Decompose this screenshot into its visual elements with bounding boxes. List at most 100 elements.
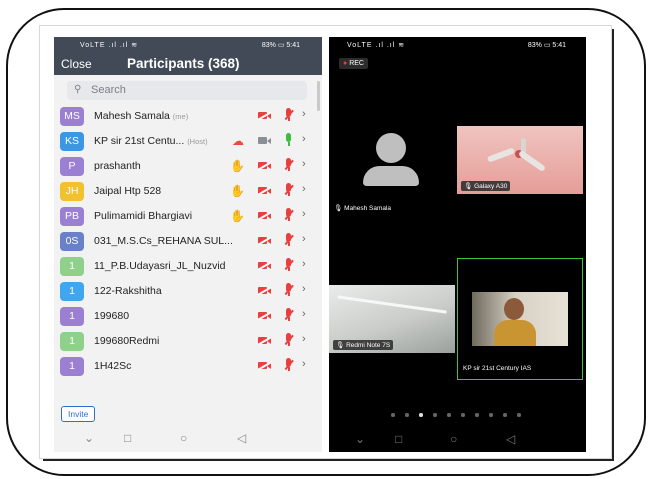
video-tile-active-speaker[interactable]: KP sir 21st Century IAS xyxy=(457,258,583,380)
video-tile-self[interactable]: 🎙 Mahesh Samala xyxy=(329,123,455,223)
chevron-right-icon[interactable]: › xyxy=(302,158,306,170)
participant-row[interactable]: KS KP sir 21st Centu... (Host) ☁ › xyxy=(54,130,318,154)
speaker-body xyxy=(494,320,536,346)
video-off-icon xyxy=(257,235,272,246)
search-icon: ⚲ xyxy=(74,84,82,95)
video-off-icon xyxy=(257,110,272,121)
participant-row[interactable]: 0S 031_M.S.Cs_REHANA SUL... › xyxy=(54,230,318,254)
participant-row[interactable]: PB Pulimamidi Bhargiavi ✋ › xyxy=(54,205,318,229)
video-off-icon xyxy=(257,285,272,296)
chevron-right-icon[interactable]: › xyxy=(302,183,306,195)
page-dot[interactable] xyxy=(461,413,465,417)
avatar-body xyxy=(363,166,419,186)
rec-label: REC xyxy=(349,60,364,67)
chevron-right-icon[interactable]: › xyxy=(302,333,306,345)
participant-name: 031_M.S.Cs_REHANA SUL... xyxy=(94,235,233,247)
tile-label-speaker: KP sir 21st Century IAS xyxy=(463,365,532,372)
circle-icon[interactable]: ○ xyxy=(450,432,457,446)
recording-badge: ● REC xyxy=(339,58,368,69)
close-button[interactable]: Close xyxy=(61,57,92,71)
page-dot[interactable] xyxy=(447,413,451,417)
microphone-icon xyxy=(283,133,294,148)
participant-row[interactable]: 1 1H42Sc › xyxy=(54,355,318,379)
speaker-head xyxy=(504,298,524,320)
search-input[interactable]: ⚲ Search xyxy=(67,81,307,100)
participant-row[interactable]: JH Jaipal Htp 528 ✋ › xyxy=(54,180,318,204)
chevron-right-icon[interactable]: › xyxy=(302,208,306,220)
participant-name-text: 122-Rakshitha xyxy=(94,285,162,297)
video-tile-galaxy[interactable]: 🎙 Galaxy A30 xyxy=(457,126,583,194)
video-tile-redmi[interactable]: 🎙 Redmi Note 7S xyxy=(329,285,455,353)
chevron-right-icon[interactable]: › xyxy=(302,358,306,370)
microphone-muted-icon xyxy=(283,208,294,223)
square-icon[interactable]: □ xyxy=(124,431,131,445)
chevron-right-icon[interactable]: › xyxy=(302,258,306,270)
participant-name-text: prashanth xyxy=(94,160,141,172)
page-dot[interactable] xyxy=(517,413,521,417)
participant-name: Jaipal Htp 528 xyxy=(94,185,161,197)
participant-name-text: Jaipal Htp 528 xyxy=(94,185,162,197)
participant-name: Pulimamidi Bhargiavi xyxy=(94,210,192,222)
avatar: 1 xyxy=(60,332,84,351)
participant-row[interactable]: 1 199680 › xyxy=(54,305,318,329)
chevron-right-icon[interactable]: › xyxy=(302,283,306,295)
chevron-down-icon[interactable]: ⌄ xyxy=(355,432,365,446)
participant-row[interactable]: Pprashanth ✋ › xyxy=(54,155,318,179)
page-dot[interactable] xyxy=(433,413,437,417)
video-off-icon xyxy=(257,185,272,196)
chevron-right-icon[interactable]: › xyxy=(302,233,306,245)
participant-name: 199680Redmi xyxy=(94,335,159,347)
raised-hand-icon: ✋ xyxy=(230,159,245,173)
page-dot[interactable] xyxy=(419,413,423,417)
status-battery-time: 83% ▭ 5:41 xyxy=(261,42,300,49)
status-bar: VoLTE .ıl .ıl ≋ 83% ▭ 5:41 xyxy=(329,37,586,54)
tile-label-redmi: 🎙 Redmi Note 7S xyxy=(333,340,394,350)
participant-row[interactable]: 1 199680Redmi › xyxy=(54,330,318,354)
video-off-icon xyxy=(257,160,272,171)
avatar: P xyxy=(60,157,84,176)
back-triangle-icon[interactable]: ◁ xyxy=(506,432,515,446)
microphone-muted-icon xyxy=(283,258,294,273)
chevron-down-icon[interactable]: ⌄ xyxy=(84,431,94,445)
page-dot[interactable] xyxy=(503,413,507,417)
chevron-right-icon[interactable]: › xyxy=(302,108,306,120)
participant-name: 11_P.B.Udayasri_JL_Nuzvid xyxy=(94,260,226,272)
circle-icon[interactable]: ○ xyxy=(180,431,187,445)
participants-screen: VoLTE .ıl .ıl ≋ 83% ▭ 5:41 Close Partici… xyxy=(54,37,322,452)
page-dot[interactable] xyxy=(475,413,479,417)
participant-row[interactable]: 1 122-Rakshitha › xyxy=(54,280,318,304)
participant-name-text: 031_M.S.Cs_REHANA SUL... xyxy=(94,235,233,247)
page-dot[interactable] xyxy=(405,413,409,417)
avatar: 1 xyxy=(60,282,84,301)
status-signal: VoLTE .ıl .ıl ≋ xyxy=(347,42,406,49)
participant-name: prashanth xyxy=(94,160,141,172)
video-off-icon xyxy=(257,310,272,321)
participant-name: KP sir 21st Centu... (Host) xyxy=(94,135,208,147)
page-indicator[interactable] xyxy=(391,413,531,421)
video-off-icon xyxy=(257,260,272,271)
status-battery-time: 83% ▭ 5:41 xyxy=(527,42,566,49)
participant-name: 1H42Sc xyxy=(94,360,131,372)
mic-icon: 🎙 xyxy=(464,183,473,190)
page-dot[interactable] xyxy=(489,413,493,417)
invite-button[interactable]: Invite xyxy=(61,406,96,422)
participant-row[interactable]: MS Mahesh Samala (me) › xyxy=(54,105,318,129)
avatar: KS xyxy=(60,132,84,151)
mic-icon: 🎙 xyxy=(334,205,343,212)
microphone-muted-icon xyxy=(283,158,294,173)
participant-role-tag: (Host) xyxy=(187,137,208,146)
raised-hand-icon: ✋ xyxy=(230,209,245,223)
page-dot[interactable] xyxy=(391,413,395,417)
search-placeholder: Search xyxy=(91,84,126,96)
chevron-right-icon[interactable]: › xyxy=(302,308,306,320)
participant-name-text: 11_P.B.Udayasri_JL_Nuzvid xyxy=(94,260,226,272)
chevron-right-icon[interactable]: › xyxy=(302,133,306,145)
participant-row[interactable]: 1 11_P.B.Udayasri_JL_Nuzvid › xyxy=(54,255,318,279)
video-off-icon xyxy=(257,360,272,371)
square-icon[interactable]: □ xyxy=(395,432,402,446)
tile-label-galaxy: 🎙 Galaxy A30 xyxy=(461,181,511,191)
page-title: Participants (368) xyxy=(127,56,240,71)
back-triangle-icon[interactable]: ◁ xyxy=(237,431,246,445)
avatar: MS xyxy=(60,107,84,126)
video-off-icon xyxy=(257,210,272,221)
